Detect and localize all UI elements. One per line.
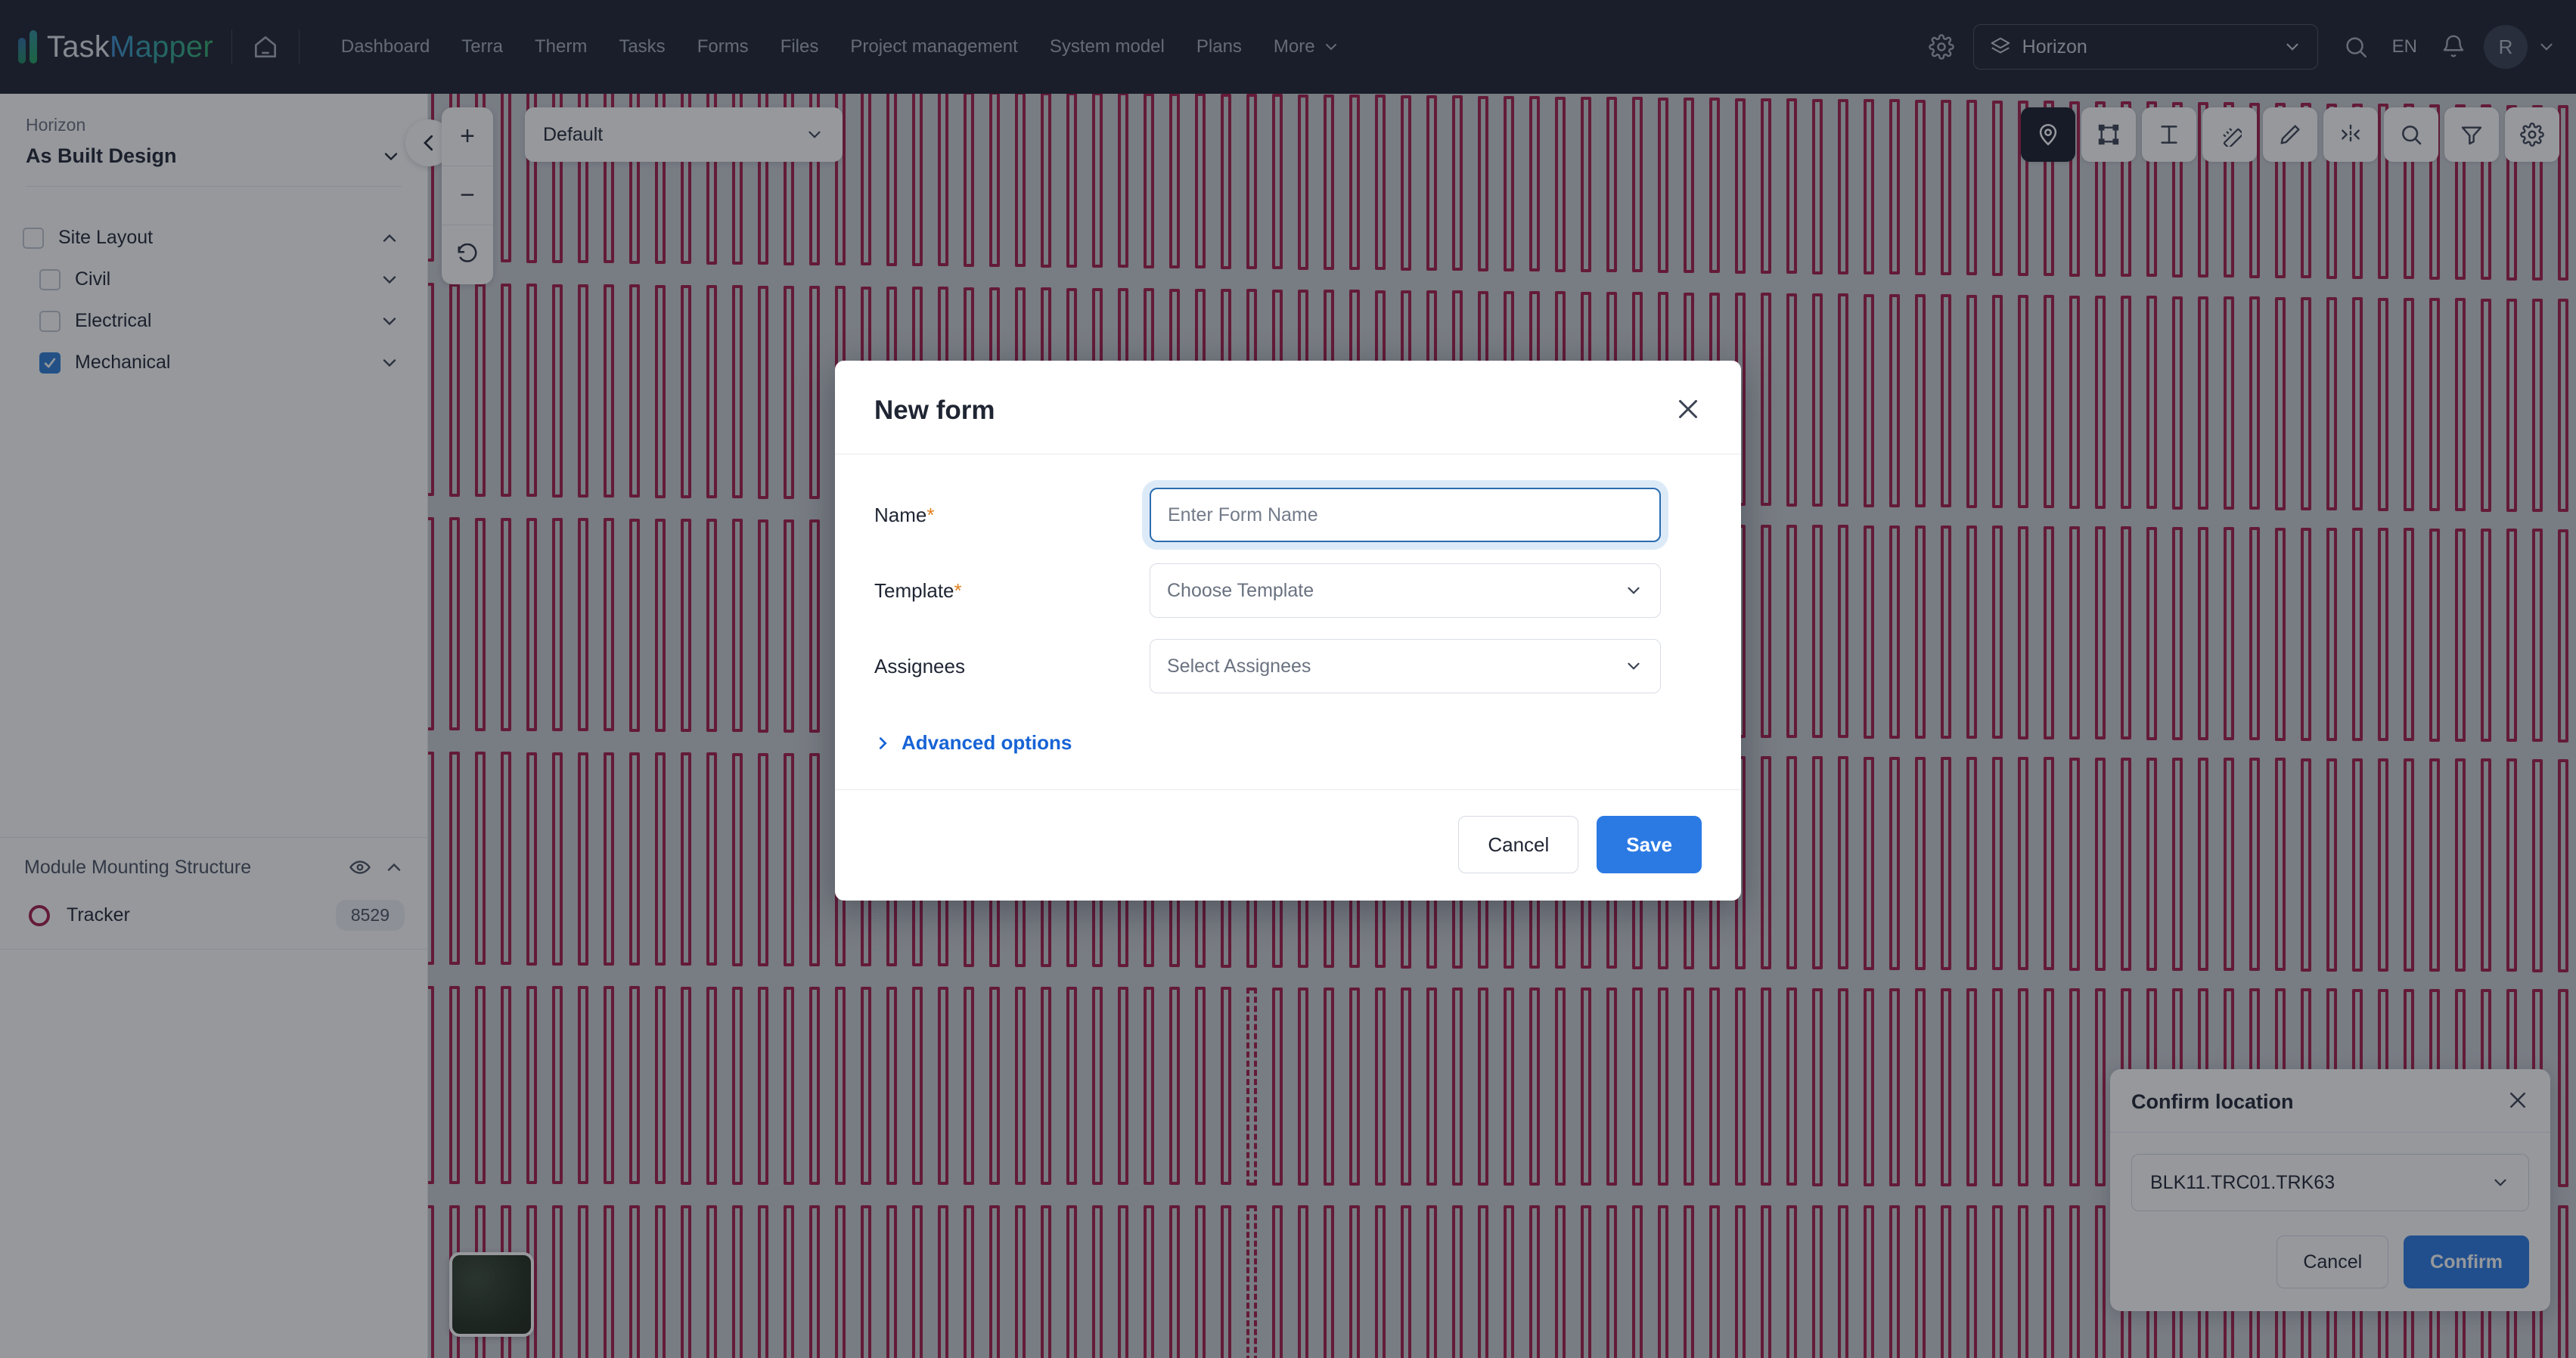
modal-save-button[interactable]: Save [1597, 816, 1702, 873]
advanced-options-toggle[interactable]: Advanced options [874, 731, 1702, 755]
template-label-text: Template [874, 578, 954, 602]
advanced-options-label: Advanced options [902, 731, 1072, 754]
name-label-text: Name [874, 503, 927, 526]
template-required-marker: * [954, 578, 962, 602]
chevron-down-icon [1628, 587, 1640, 594]
chevron-right-icon [879, 736, 887, 749]
field-row-name: Name* [874, 488, 1702, 542]
name-field-control [1150, 488, 1661, 542]
assignees-field-control: Select Assignees [1150, 639, 1661, 693]
new-form-modal: New form Name* Template* Choose Template [835, 361, 1741, 901]
assignees-select-value: Select Assignees [1167, 655, 1311, 677]
name-field-label: Name* [874, 504, 1150, 527]
template-select-value: Choose Template [1167, 579, 1314, 601]
modal-title: New form [874, 395, 995, 425]
close-icon [1679, 400, 1697, 418]
name-input[interactable] [1150, 488, 1661, 542]
name-required-marker: * [926, 503, 935, 526]
modal-footer: Cancel Save [835, 789, 1741, 901]
chevron-down-icon [1628, 662, 1640, 670]
assignees-field-label: Assignees [874, 655, 1150, 678]
template-field-control: Choose Template [1150, 563, 1661, 618]
modal-header: New form [835, 361, 1741, 454]
assignees-label-text: Assignees [874, 654, 965, 677]
modal-close-button[interactable] [1674, 395, 1702, 426]
modal-cancel-button[interactable]: Cancel [1458, 816, 1579, 873]
template-field-label: Template* [874, 579, 1150, 603]
template-select[interactable]: Choose Template [1150, 563, 1661, 618]
app-root: + − Default Confirm location BLK11.TRC01… [0, 0, 2576, 1358]
assignees-select[interactable]: Select Assignees [1150, 639, 1661, 693]
field-row-template: Template* Choose Template [874, 563, 1702, 618]
field-row-assignees: Assignees Select Assignees [874, 639, 1702, 693]
modal-body: Name* Template* Choose Template Assignee… [835, 454, 1741, 789]
